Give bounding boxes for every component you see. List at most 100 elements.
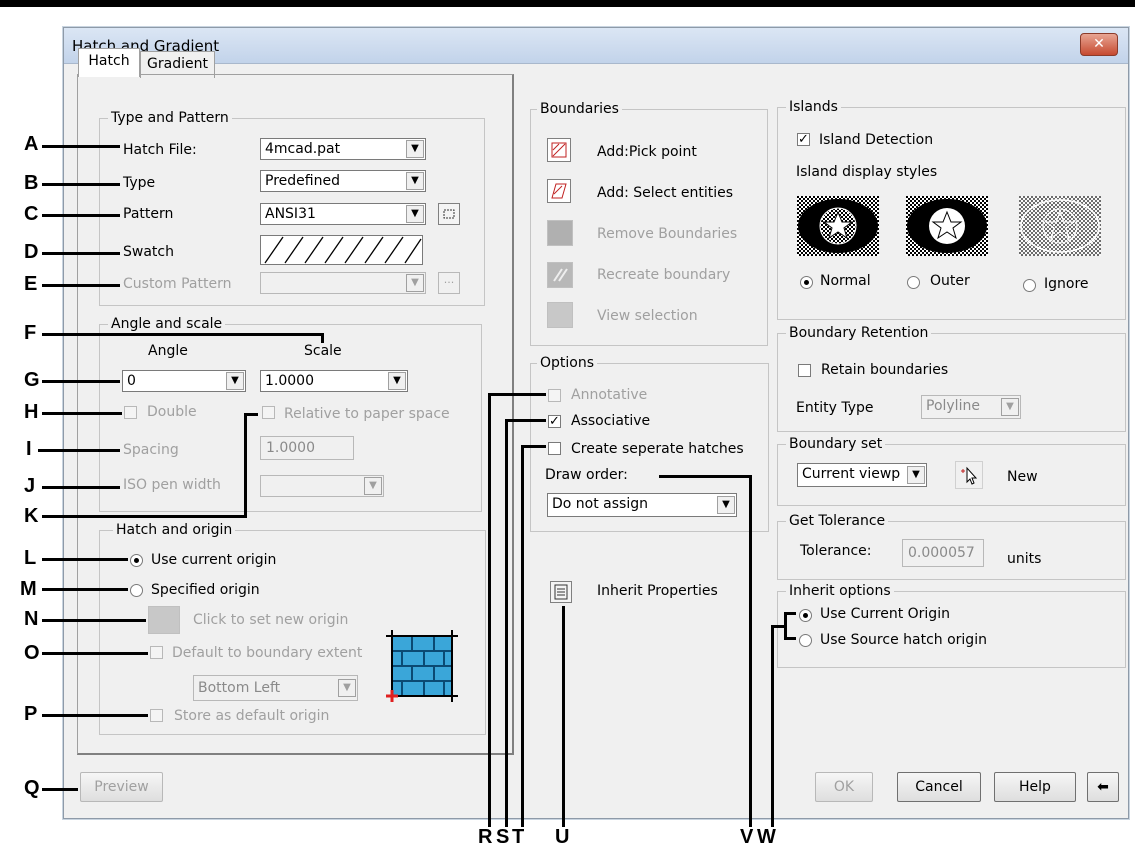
add-pick-point-label: Add:Pick point — [597, 144, 697, 160]
pattern-browse-button[interactable] — [438, 203, 460, 225]
marker-f-line-down — [321, 333, 324, 343]
marker-t-line-h — [521, 445, 546, 448]
new-boundary-set-label: New — [1007, 469, 1038, 485]
scale-value: 1.0000 — [265, 373, 314, 389]
boundary-set-select[interactable]: Current viewp ▼ — [797, 463, 927, 487]
marker-o-line — [42, 652, 148, 655]
chevron-down-icon: ▼ — [406, 205, 424, 223]
recreate-boundary-icon — [553, 268, 568, 282]
back-arrow-button[interactable]: ⬅ — [1087, 772, 1119, 802]
island-normal-label: Normal — [820, 273, 871, 289]
tab-hatch[interactable]: Hatch — [78, 48, 140, 77]
angle-label: Angle — [148, 343, 188, 359]
marker-r-line-h — [488, 393, 546, 396]
hatch-file-label: Hatch File: — [123, 142, 197, 158]
view-selection-button[interactable] — [547, 302, 573, 328]
cancel-button[interactable]: Cancel — [897, 772, 981, 802]
retain-boundaries-checkbox[interactable] — [798, 364, 811, 377]
retain-boundaries-label: Retain boundaries — [821, 362, 949, 378]
marker-l-line — [42, 558, 128, 561]
chevron-down-icon: ▼ — [717, 496, 735, 514]
entity-type-select[interactable]: Polyline ▼ — [921, 395, 1021, 419]
island-outer-preview — [906, 196, 988, 256]
island-detection-checkbox[interactable]: ✓ — [797, 133, 810, 146]
scale-select[interactable]: 1.0000 ▼ — [260, 370, 408, 392]
marker-w-line-bottom — [784, 637, 796, 640]
tolerance-input[interactable]: 0.000057 — [902, 539, 984, 567]
use-current-origin-inherit-radio[interactable] — [799, 609, 812, 622]
marker-h: H — [24, 401, 39, 423]
recreate-boundary-label: Recreate boundary — [597, 267, 731, 283]
store-default-checkbox[interactable] — [150, 709, 163, 722]
island-outer-radio[interactable] — [907, 276, 920, 289]
close-button[interactable]: ✕ — [1080, 33, 1118, 56]
set-origin-button[interactable] — [148, 606, 180, 634]
separate-hatches-checkbox[interactable] — [548, 442, 561, 455]
spacing-value: 1.0000 — [266, 440, 315, 456]
island-styles-label: Island display styles — [796, 164, 938, 180]
marker-o: O — [24, 642, 40, 664]
marker-w-line — [771, 625, 774, 827]
pattern-label: Pattern — [123, 206, 174, 222]
island-ignore-radio[interactable] — [1023, 279, 1036, 292]
specified-origin-radio[interactable] — [130, 584, 143, 597]
annotative-checkbox[interactable] — [548, 389, 561, 402]
preview-button[interactable]: Preview — [80, 772, 163, 802]
double-checkbox[interactable] — [124, 406, 137, 419]
hatch-file-select[interactable]: 4mcad.pat ▼ — [260, 138, 426, 160]
specified-origin-label: Specified origin — [151, 582, 260, 598]
add-select-entities-label: Add: Select entities — [597, 185, 734, 201]
use-current-origin-label: Use current origin — [151, 552, 277, 568]
pattern-select[interactable]: ANSI31 ▼ — [260, 203, 426, 225]
associative-checkbox[interactable]: ✓ — [548, 415, 561, 428]
relative-paper-checkbox[interactable] — [262, 406, 275, 419]
marker-j-line — [42, 486, 120, 489]
remove-boundaries-button[interactable] — [547, 220, 573, 246]
origin-position-select[interactable]: Bottom Left ▼ — [193, 675, 358, 701]
pattern-value: ANSI31 — [265, 206, 316, 222]
inherit-options-group — [777, 591, 1126, 668]
chevron-down-icon: ▼ — [907, 466, 925, 484]
help-button[interactable]: Help — [994, 772, 1076, 802]
add-select-entities-button[interactable] — [547, 179, 571, 203]
marker-c: C — [24, 203, 39, 225]
ok-button[interactable]: OK — [815, 772, 873, 802]
marker-a-line — [42, 145, 120, 148]
hatch-swatch[interactable] — [260, 235, 423, 265]
chevron-down-icon: ▼ — [226, 372, 244, 390]
island-ignore-preview — [1019, 196, 1101, 256]
type-pattern-title: Type and Pattern — [108, 110, 232, 126]
marker-s-line — [505, 419, 508, 827]
custom-pattern-browse-button[interactable]: ... — [438, 272, 460, 294]
add-pick-point-button[interactable] — [547, 138, 571, 162]
marker-d-line — [42, 252, 120, 255]
inherit-properties-button[interactable] — [550, 581, 572, 603]
marker-g: G — [24, 369, 40, 391]
island-detection-label: Island Detection — [819, 132, 934, 148]
island-normal-radio[interactable] — [800, 276, 813, 289]
marker-n: N — [24, 608, 39, 630]
use-source-origin-radio[interactable] — [799, 634, 812, 647]
hatch-file-value: 4mcad.pat — [265, 141, 341, 157]
click-set-origin-label: Click to set new origin — [193, 612, 349, 628]
angle-select[interactable]: 0 ▼ — [122, 370, 246, 392]
marker-p: P — [24, 703, 38, 725]
draw-order-select[interactable]: Do not assign ▼ — [547, 493, 737, 517]
marker-i-line — [38, 449, 120, 452]
type-select[interactable]: Predefined ▼ — [260, 170, 426, 192]
angle-value: 0 — [127, 373, 136, 389]
custom-pattern-select[interactable]: ▼ — [260, 272, 426, 294]
marker-i: I — [26, 438, 32, 460]
iso-pen-width-select[interactable]: ▼ — [260, 475, 384, 497]
options-title: Options — [537, 355, 598, 371]
default-extent-checkbox[interactable] — [150, 646, 163, 659]
recreate-boundary-button[interactable] — [547, 262, 573, 288]
new-boundary-set-button[interactable] — [955, 461, 983, 489]
title-bar[interactable]: Hatch and Gradient ✕ — [64, 28, 1128, 64]
swatch-label: Swatch — [123, 244, 174, 260]
use-current-origin-radio[interactable] — [130, 554, 143, 567]
chevron-down-icon: ▼ — [1001, 398, 1019, 416]
marker-e: E — [24, 273, 38, 295]
spacing-input[interactable]: 1.0000 — [260, 436, 354, 460]
marker-m: M — [20, 578, 37, 600]
